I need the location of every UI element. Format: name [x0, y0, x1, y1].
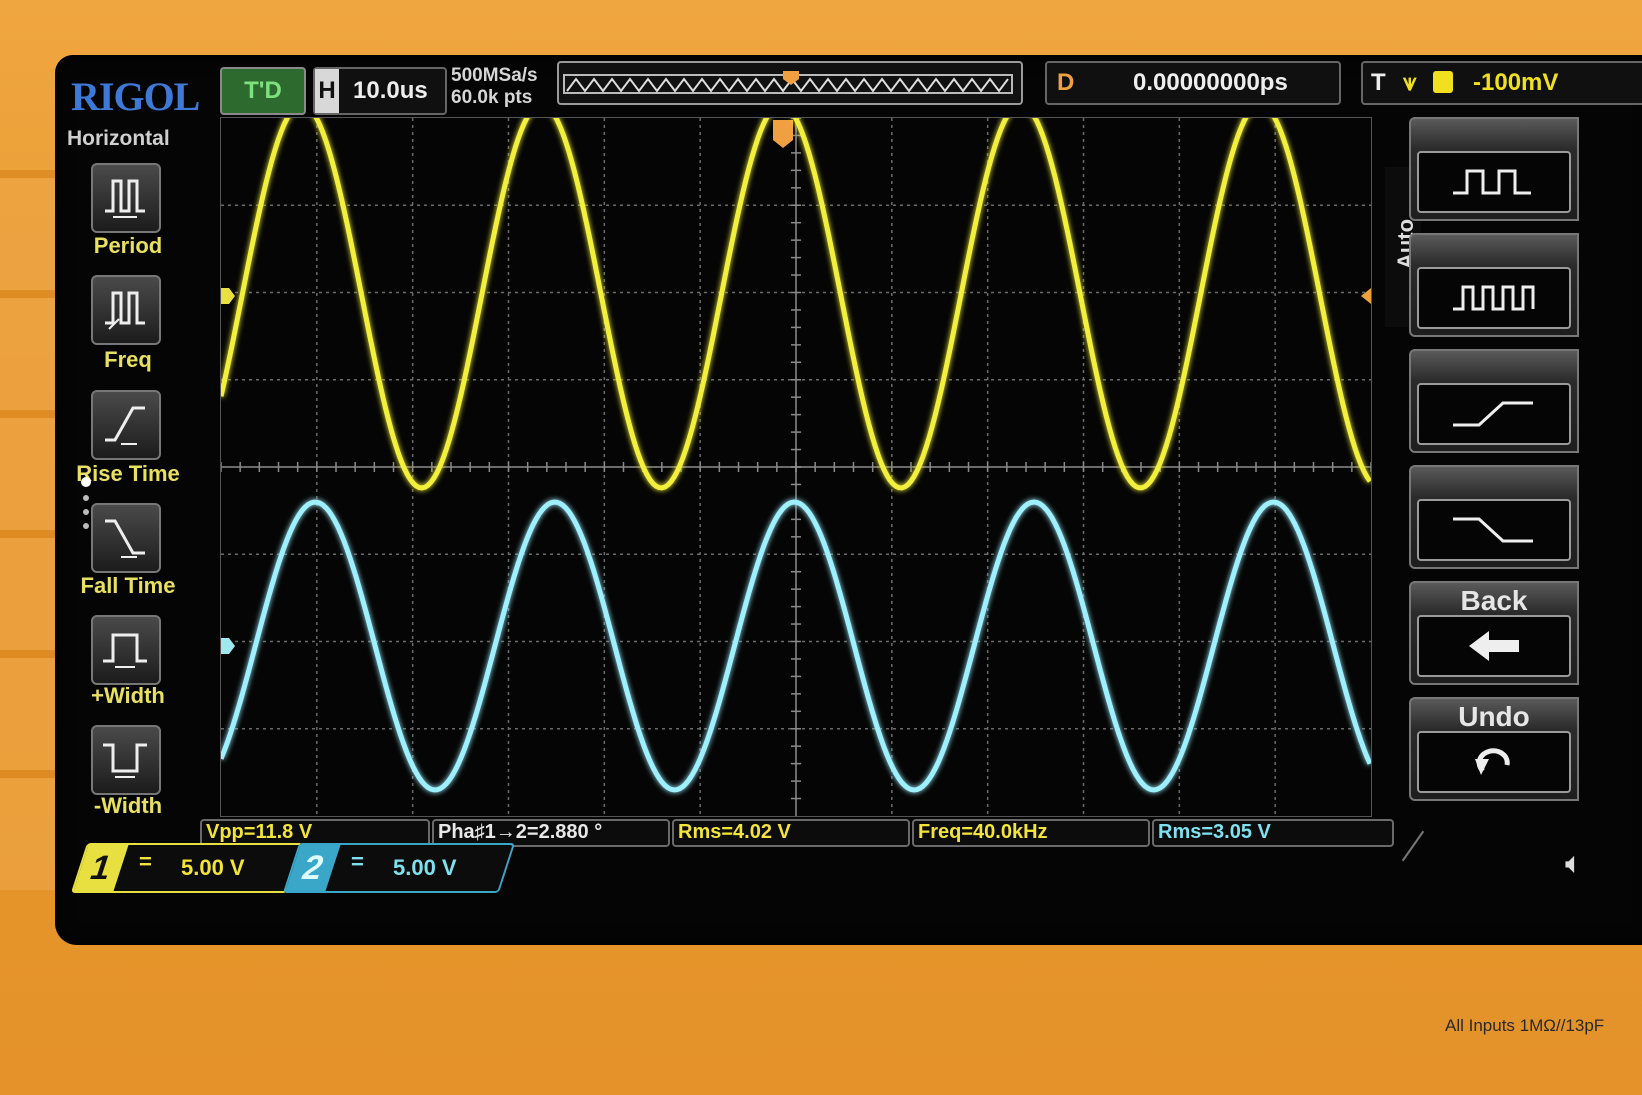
period-measure-button[interactable]	[1409, 117, 1579, 221]
channel-1-number: 1	[73, 845, 129, 891]
rise-edge-button[interactable]	[1409, 349, 1579, 453]
memory-waveform-icon	[563, 71, 1013, 94]
trigger-level: -100mV	[1473, 69, 1559, 96]
memory-overview[interactable]	[557, 61, 1023, 105]
menu-page-indicator	[81, 477, 91, 537]
graticule	[221, 118, 1371, 816]
rise-time-icon	[105, 406, 145, 445]
speaker-mute-icon[interactable]: 🔈︎	[1565, 847, 1583, 881]
channel-2-indicator[interactable]: 2 = 5.00 V	[282, 843, 516, 893]
ch2-offset-marker-icon	[221, 638, 235, 654]
acquisition-info: 500MSa/s 60.0k pts	[451, 65, 538, 109]
brand-logo: RIGOL	[71, 74, 200, 119]
channel-1-scale: 5.00 V	[181, 855, 245, 880]
back-label: Back	[1460, 585, 1528, 616]
negative-width-button[interactable]	[91, 725, 161, 795]
negative-width-label: -Width	[93, 793, 163, 818]
measurement-freq[interactable]: Freq=40.0kHz	[912, 819, 1150, 847]
channel-2-scale: 5.00 V	[393, 855, 457, 880]
measurement-rms-ch2[interactable]: Rms=3.05 V	[1152, 819, 1394, 847]
timebase-box[interactable]: H 10.0us	[313, 67, 447, 115]
back-button[interactable]: Back	[1409, 581, 1579, 685]
trigger-box[interactable]: T ⩛ -100mV	[1361, 61, 1642, 105]
period-label: Period	[93, 233, 163, 258]
sample-rate: 500MSa/s	[451, 65, 538, 86]
positive-width-button[interactable]	[91, 615, 161, 685]
measurement-rms-ch1[interactable]: Rms=4.02 V	[672, 819, 910, 847]
negative-width-icon	[103, 743, 147, 778]
undo-icon	[1475, 748, 1510, 775]
fall-time-label: Fall Time	[80, 573, 176, 598]
positive-width-label: +Width	[91, 683, 165, 708]
fall-edge-button[interactable]	[1409, 465, 1579, 569]
undo-label: Undo	[1458, 701, 1530, 732]
fall-edge-icon	[1453, 517, 1533, 543]
memory-depth: 60.0k pts	[451, 87, 533, 108]
fall-time-button[interactable]	[91, 503, 161, 573]
rising-edge-icon: ⩛	[1403, 69, 1417, 96]
period-button[interactable]	[91, 163, 161, 233]
trigger-status: T'D	[220, 67, 306, 115]
trigger-level-marker-icon	[1361, 288, 1371, 304]
freq-measure-button[interactable]	[1409, 233, 1579, 337]
measure-shortcut-menu: Auto Back Undo	[1385, 117, 1642, 817]
channel-1-coupling: =	[138, 849, 152, 874]
undo-button[interactable]: Undo	[1409, 697, 1579, 801]
horizontal-key: H	[315, 69, 339, 113]
fall-time-icon	[105, 519, 145, 558]
channel-2-coupling: =	[350, 849, 364, 874]
delay-box[interactable]: D 0.00000000ps	[1045, 61, 1341, 105]
period-pulse-icon	[1453, 169, 1531, 195]
freq-icon	[105, 291, 145, 330]
horizontal-measure-menu: Horizontal Period Freq Rise Time Fall Ti…	[63, 125, 181, 818]
trigger-position-marker-icon	[783, 71, 799, 85]
freq-pulse-icon	[1453, 285, 1535, 311]
bezel-side-buttons	[0, 170, 60, 890]
menu-title: Horizontal	[67, 127, 170, 150]
rise-edge-icon	[1453, 401, 1533, 427]
waveform-display[interactable]	[220, 117, 1372, 817]
input-rating-label: All Inputs 1MΩ//13pF	[1445, 1016, 1605, 1035]
ch1-offset-marker-icon	[221, 288, 235, 304]
trigger-source-icon	[1433, 71, 1453, 93]
back-arrow-icon	[1469, 631, 1519, 661]
delay-key: D	[1057, 69, 1075, 96]
rise-time-button[interactable]	[91, 390, 161, 460]
period-icon	[105, 179, 145, 218]
freq-button[interactable]	[91, 275, 161, 345]
delay-value: 0.00000000ps	[1133, 69, 1288, 96]
status-divider	[1401, 830, 1425, 862]
scope-screen: RIGOL T'D H 10.0us 500MSa/s 60.0k pts D …	[55, 55, 1642, 945]
channel-1-indicator[interactable]: 1 = 5.00 V	[70, 843, 304, 893]
trigger-key: T	[1371, 69, 1386, 96]
positive-width-icon	[103, 633, 147, 668]
trigger-position-icon	[773, 120, 793, 148]
freq-label: Freq	[104, 347, 152, 372]
timebase-value: 10.0us	[353, 77, 428, 104]
